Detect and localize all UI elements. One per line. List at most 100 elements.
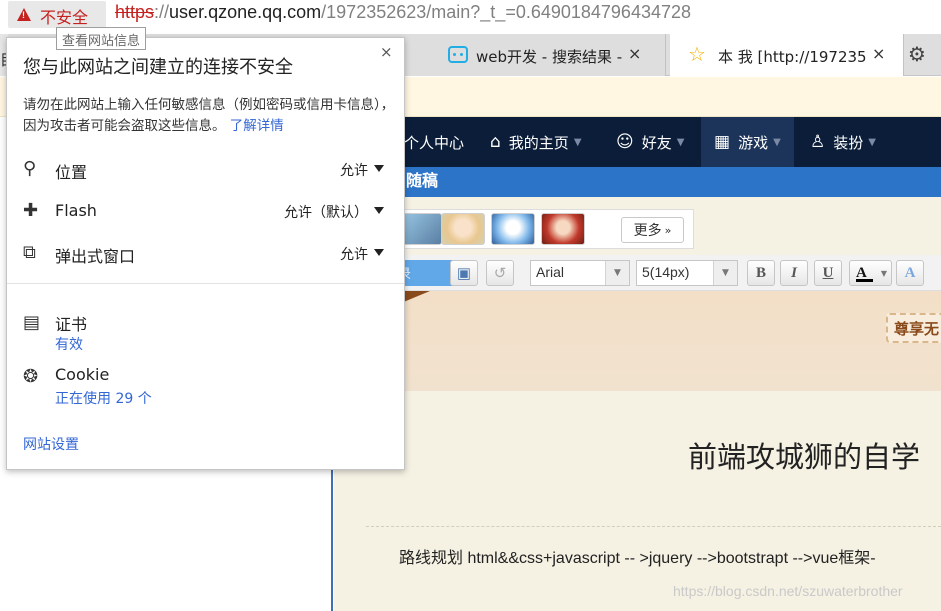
url-scheme: https — [115, 2, 155, 22]
article-text[interactable]: 路线规划 html&&css+javascript -- >jquery -->… — [399, 544, 876, 568]
home-icon: ⌂ — [490, 132, 501, 152]
tab-qzone[interactable]: ☆ 本 我 [http://197235 × — [670, 34, 904, 76]
grid-icon: ▦ — [714, 132, 731, 152]
more-button[interactable]: 更多» — [621, 217, 684, 243]
editor-toolbar: 录 ▣ ↺ Arial ▼ 5(14px) ▼ B I U A ▼ A — [334, 255, 941, 291]
underline-icon: U — [822, 264, 834, 281]
tab-web-search[interactable]: web开发 - 搜索结果 - × — [404, 34, 666, 76]
font-size-value: 5(14px) — [642, 264, 690, 280]
chevron-down-icon: ▼ — [676, 136, 685, 148]
popup-divider — [7, 283, 404, 284]
popup-title: 您与此网站之间建立的连接不安全 — [23, 57, 293, 78]
tab-title: web开发 - 搜索结果 - — [476, 48, 623, 66]
nav-friends[interactable]: ☺ 好友 ▼ — [616, 117, 684, 167]
tab-title: 本 我 [http://197235 — [718, 48, 867, 66]
emoji-avatar[interactable] — [491, 213, 535, 245]
nav-dress-up[interactable]: ♙ 装扮 ▼ — [810, 117, 876, 167]
learn-more-link[interactable]: 了解详情 — [230, 118, 284, 134]
chevron-down-icon: ▼ — [868, 136, 876, 148]
section-header: 随稿 — [334, 167, 941, 197]
double-chevron-down-icon: » — [664, 223, 672, 237]
nav-label: 个人中心 — [404, 133, 465, 152]
cookie-label: Cookie — [55, 365, 110, 384]
underline-button[interactable]: U — [814, 260, 842, 286]
nav-label: 装扮 — [833, 133, 864, 152]
not-secure-label: 不安全 — [40, 8, 89, 27]
permission-label: 弹出式窗口 — [55, 247, 136, 266]
popup-description-text: 请勿在此网站上输入任何敏感信息（例如密码或信用卡信息），因为攻击者可能会盗取这些… — [23, 97, 395, 134]
nav-personal-center[interactable]: 个人中心 — [404, 117, 464, 167]
banner-badge: 尊享无 — [885, 313, 941, 343]
bilibili-tv-icon — [448, 46, 468, 63]
caret-down-icon[interactable] — [374, 165, 384, 172]
cookie-icon: ❂ — [23, 366, 39, 387]
chevron-down-icon: ▼ — [605, 261, 629, 285]
warning-triangle-icon — [17, 8, 31, 21]
caret-down-icon[interactable] — [374, 207, 384, 214]
shirt-icon: ♙ — [810, 132, 826, 152]
certificate-icon: ▤ — [23, 312, 41, 333]
address-bar[interactable]: 不安全 https://user.qzone.qq.com/1972352623… — [0, 0, 941, 30]
permission-label: 位置 — [55, 163, 88, 182]
certificate-status-link[interactable]: 有效 — [55, 334, 83, 354]
font-family-select[interactable]: Arial ▼ — [530, 260, 630, 286]
caret-down-icon[interactable] — [374, 249, 384, 256]
save-button[interactable]: ▣ — [450, 260, 478, 286]
font-color-button[interactable]: A ▼ — [849, 260, 892, 286]
permission-popups: ⧉ 弹出式窗口 允许 — [7, 238, 406, 268]
url-text[interactable]: https://user.qzone.qq.com/1972352623/mai… — [115, 2, 691, 23]
italic-button[interactable]: I — [780, 260, 808, 286]
chevron-down-icon: ▼ — [773, 136, 781, 148]
site-settings-link[interactable]: 网站设置 — [23, 434, 79, 454]
nav-games[interactable]: ▦ 游戏 ▼ — [701, 117, 794, 167]
tab-close-button[interactable]: × — [872, 44, 885, 63]
undo-icon: ↺ — [493, 265, 507, 282]
floppy-disk-icon: ▣ — [456, 265, 472, 282]
certificate-label: 证书 — [55, 315, 88, 334]
star-icon: ☆ — [688, 42, 706, 66]
dashed-divider — [366, 526, 941, 527]
tab-close-button[interactable]: × — [628, 44, 641, 63]
location-pin-icon: ⚲ — [23, 158, 37, 179]
section-title: 随稿 — [406, 171, 439, 190]
close-button[interactable]: × — [380, 43, 393, 61]
site-info-tooltip: 查看网站信息 — [56, 27, 147, 50]
permission-location: ⚲ 位置 允许 — [7, 154, 406, 184]
permission-label: Flash — [55, 201, 97, 220]
article-title[interactable]: 前端攻城狮的自学 — [688, 434, 920, 476]
nav-label: 游戏 — [738, 133, 769, 152]
qzone-navbar: 个人中心 ⌂ 我的主页 ▼ ☺ 好友 ▼ ▦ 游戏 ▼ ♙ 装扮 ▼ — [334, 117, 941, 167]
italic-icon: I — [791, 264, 797, 281]
nav-label: 我的主页 — [508, 133, 569, 152]
permission-value: 允许 — [340, 247, 368, 263]
chevron-down-icon: ▼ — [880, 269, 887, 278]
background-color-icon: A — [904, 264, 916, 281]
template-banner: 尊享无 — [334, 291, 941, 391]
nav-label: 好友 — [641, 133, 672, 152]
bold-button[interactable]: B — [747, 260, 775, 286]
font-size-select[interactable]: 5(14px) ▼ — [636, 260, 738, 286]
emoji-avatar[interactable] — [441, 213, 485, 245]
gear-icon[interactable]: ⚙ — [908, 42, 926, 66]
permission-value: 允许 — [340, 163, 368, 179]
friends-icon: ☺ — [616, 132, 634, 152]
bold-icon: B — [755, 264, 766, 281]
popup-description: 请勿在此网站上输入任何敏感信息（例如密码或信用卡信息），因为攻击者可能会盗取这些… — [23, 95, 395, 137]
puzzle-piece-icon: ✚ — [23, 200, 39, 221]
undo-button[interactable]: ↺ — [486, 260, 514, 286]
cookie-status-link[interactable]: 正在使用 29 个 — [55, 388, 152, 408]
nav-my-home[interactable]: ⌂ 我的主页 ▼ — [490, 117, 582, 167]
url-separator: :// — [154, 2, 170, 22]
emoji-avatar[interactable] — [541, 213, 585, 245]
font-family-value: Arial — [536, 264, 565, 280]
font-color-swatch — [856, 279, 873, 282]
permission-flash: ✚ Flash 允许（默认） — [7, 196, 406, 226]
background-color-button[interactable]: A — [896, 260, 924, 286]
chevron-down-icon: ▼ — [573, 136, 582, 148]
popup-window-icon: ⧉ — [23, 242, 36, 263]
chevron-down-icon: ▼ — [713, 261, 737, 285]
security-indicator[interactable]: 不安全 — [8, 1, 106, 28]
url-path: /1972352623/main?_t_=0.6490184796434728 — [321, 2, 692, 22]
permission-select[interactable]: 允许（默认） — [284, 202, 384, 222]
permission-value: 允许（默认） — [284, 205, 368, 221]
